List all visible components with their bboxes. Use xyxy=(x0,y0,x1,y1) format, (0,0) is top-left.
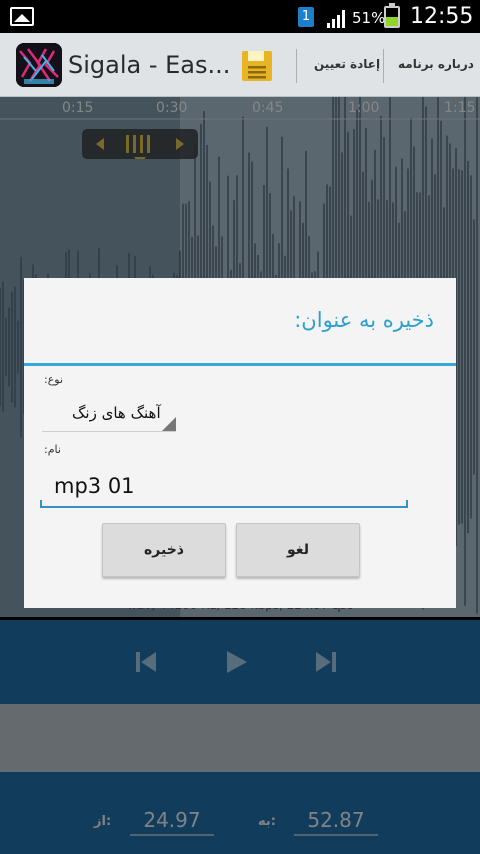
signal-icon xyxy=(327,10,345,28)
type-spinner[interactable]: آهنگ های زنگ xyxy=(42,396,176,432)
app-logo-icon[interactable] xyxy=(16,43,62,87)
notification-badge: 1 xyxy=(298,7,314,27)
cancel-button[interactable]: لغو xyxy=(236,523,360,577)
menu-divider xyxy=(296,49,297,83)
battery-percent: 51% xyxy=(352,9,386,27)
type-label: نوع: xyxy=(44,373,64,386)
picture-notification-icon xyxy=(10,7,34,26)
dialog-title-divider xyxy=(24,363,456,366)
save-as-dialog: ذخیره به عنوان: نوع: آهنگ های زنگ نام: m… xyxy=(24,278,456,608)
status-bar: 1 51% 12:55 xyxy=(0,0,480,33)
save-button[interactable]: ذخیره xyxy=(102,523,226,577)
menu-divider xyxy=(383,49,384,83)
dialog-title: ذخیره به عنوان: xyxy=(294,308,434,332)
name-label: نام: xyxy=(44,443,61,456)
name-field[interactable]: mp3 01 xyxy=(40,466,408,508)
menu-reset[interactable]: إعادة تعيين xyxy=(314,57,380,71)
status-clock: 12:55 xyxy=(410,4,474,29)
save-icon[interactable] xyxy=(240,49,274,83)
menu-about[interactable]: درباره برنامه xyxy=(398,57,474,71)
app-title: Sigala - Eas... xyxy=(68,51,231,79)
action-bar: Sigala - Eas... إعادة تعيين درباره برنام… xyxy=(0,33,480,97)
battery-icon xyxy=(384,3,400,28)
type-value: آهنگ های زنگ xyxy=(72,404,161,422)
name-value: mp3 01 xyxy=(54,474,135,498)
spinner-arrow-icon xyxy=(162,417,176,431)
